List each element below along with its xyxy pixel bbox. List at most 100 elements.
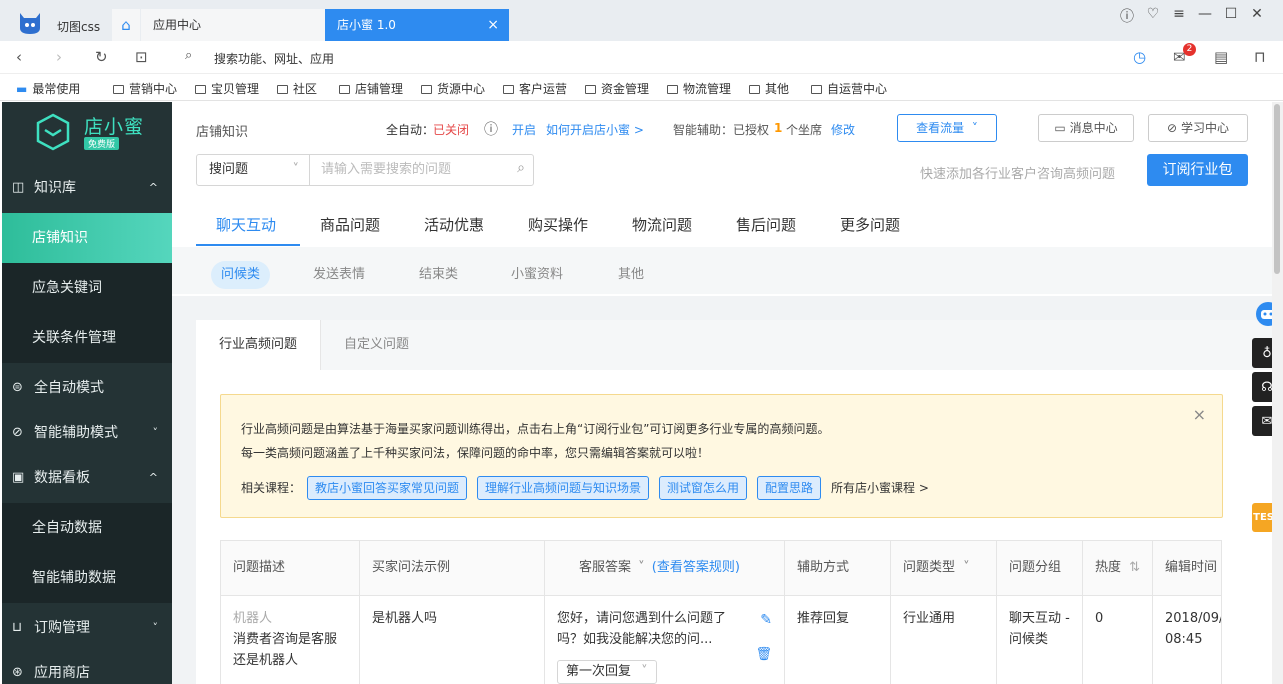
home-tab[interactable]: ⌂ [112,9,140,41]
bookmark-folder[interactable]: 货源中心 [421,80,485,97]
menu-icon[interactable]: ≡ [1171,6,1187,26]
course-link[interactable]: 教店小蜜回答买家常见问题 [307,476,468,500]
folder-icon [277,85,288,94]
message-center-button[interactable]: ▭ 消息中心 [1038,114,1134,142]
assist-unit: 个坐席 [786,123,823,137]
column-header-heat[interactable]: 热度 ⇅ [1083,541,1153,595]
column-header: 编辑时间 [1153,541,1221,595]
cell-answer: 您好，请问您遇到什么问题了吗？如我没能解决您的问... 第一次回复 ˅ ✎ 🗑 [545,596,785,684]
auto-mode-label: 全自动： [386,123,435,137]
tab-logistics[interactable]: 物流问题 [632,214,692,235]
modify-link[interactable]: 修改 [831,121,855,138]
bookmark-folder[interactable]: 宝贝管理 [195,80,259,97]
bookmark-label: 资金管理 [601,82,650,96]
clock-icon[interactable]: ◷ [1133,48,1146,66]
tab-after-sale[interactable]: 售后问题 [736,214,796,235]
sidebar-item-assist-mode[interactable]: ⊘ 智能辅助模式 ˅ [2,408,172,458]
minimize-icon[interactable]: — [1197,6,1213,26]
close-window-icon[interactable]: ✕ [1249,6,1265,26]
sidebar-item-assist-data[interactable]: 智能辅助数据 [2,553,172,603]
scrollbar-thumb[interactable] [1274,104,1280,274]
address-input[interactable]: 搜索功能、网址、应用 [214,50,334,67]
enable-link[interactable]: 开启 [512,121,536,138]
delete-icon[interactable]: 🗑 [755,644,772,665]
main-content: 店铺知识 全自动： 已关闭 ⓘ 开启 如何开启店小蜜 > 智能辅助：已授权 1 … [172,102,1272,684]
edit-icon[interactable]: ✎ [760,610,772,631]
tab-close-icon[interactable]: × [487,9,499,41]
subtab-profile[interactable]: 小蜜资料 [511,261,563,289]
folder-icon [503,85,514,94]
bookmark-folder[interactable]: 店铺管理 [339,80,403,97]
sidebar-item-store-knowledge[interactable]: 店铺知识 [2,213,172,263]
course-link[interactable]: 理解行业高频问题与知识场景 [477,476,650,500]
column-header: 问题分组 [997,541,1083,595]
forward-icon[interactable]: › [56,48,62,66]
column-header-type[interactable]: 问题类型 ˅ [891,541,997,595]
search-input[interactable]: 请输入需要搜索的问题 [321,155,451,185]
tab-purchase[interactable]: 购买操作 [528,214,588,235]
folder-icon [811,85,822,94]
how-to-enable-link[interactable]: 如何开启店小蜜 > [546,121,644,138]
sidebar-item-app-store[interactable]: ⊛ 应用商店 [2,648,172,684]
subscribe-industry-button[interactable]: 订阅行业包 [1147,154,1248,186]
reply-order-select[interactable]: 第一次回复 ˅ [557,660,657,684]
tab-dianxiaomi[interactable]: 店小蜜 1.0 × [325,9,509,41]
tab-product[interactable]: 商品问题 [320,214,380,235]
chevron-down-icon[interactable]: ˅ [638,560,645,575]
bookmark-folder[interactable]: 其他 [749,80,789,97]
assist-count: 1 [774,121,783,135]
sidebar-item-emergency-keywords[interactable]: 应急关键词 [2,263,172,313]
sidebar-item-dashboard[interactable]: ▣ 数据看板 ^ [2,453,172,503]
sidebar-item-auto-mode[interactable]: ⊜ 全自动模式 [2,363,172,413]
course-link[interactable]: 配置思路 [757,476,822,500]
close-notice-icon[interactable]: × [1193,405,1206,424]
tab-industry-questions[interactable]: 行业高频问题 [196,320,321,370]
bookmark-folder[interactable]: 营销中心 [113,80,177,97]
sidebar: 店小蜜 免费版 ◫ 知识库 ^ 店铺知识 应急关键词 关联条件管理 ⊜ 全自动模… [2,102,172,684]
bookmark-folder[interactable]: 客户运营 [503,80,567,97]
tab-more[interactable]: 更多问题 [840,214,900,235]
assist-icon: ⊘ [12,425,23,440]
tab-custom-questions[interactable]: 自定义问题 [321,320,432,370]
help-icon[interactable]: ⓘ [1119,6,1135,26]
search-icon[interactable]: ⌕ [517,160,525,176]
bookmark-folder[interactable]: 物流管理 [667,80,731,97]
auto-icon: ⊜ [12,380,23,395]
questions-panel: 行业高频问题 自定义问题 行业高频问题是由算法基于海量买家问题训练得出，点击右上… [196,320,1272,684]
subtab-greeting[interactable]: 问候类 [211,261,271,289]
bookmark-label: 最常使用 [32,82,81,96]
bookmark-folder[interactable]: 自运营中心 [811,80,887,97]
subtab-closing[interactable]: 结束类 [419,261,458,289]
sidebar-item-orders[interactable]: ⊔ 订购管理 ˅ [2,603,172,653]
search-type-select[interactable]: 搜问题 ˅ [197,155,310,185]
back-icon[interactable]: ‹ [16,48,22,66]
bookmark-frequent[interactable]: ▬ 最常使用 [16,80,80,97]
tab-promotion[interactable]: 活动优惠 [424,214,484,235]
sidebar-item-auto-data[interactable]: 全自动数据 [2,503,172,553]
subtab-emoji[interactable]: 发送表情 [313,261,365,289]
course-link[interactable]: 测试窗怎么用 [659,476,748,500]
sidebar-item-conditions[interactable]: 关联条件管理 [2,313,172,363]
skin-icon[interactable]: ♡ [1145,6,1161,26]
button-label: 消息中心 [1069,121,1118,135]
sidebar-item-knowledge[interactable]: ◫ 知识库 ^ [2,163,172,213]
maximize-icon[interactable]: ☐ [1223,6,1239,26]
answer-rules-link[interactable]: (查看答案规则) [652,560,740,575]
subtab-other[interactable]: 其他 [618,261,644,289]
book-icon: ◫ [12,180,25,195]
bag-icon[interactable]: ⊓ [1254,48,1266,66]
screenshot-icon[interactable]: ⊡ [135,48,148,66]
notice-line: 行业高频问题是由算法基于海量买家问题训练得出，点击右上角“订阅行业包”可订阅更多… [241,422,830,436]
tab-chat[interactable]: 聊天互动 [216,214,276,235]
bookmark-folder[interactable]: 资金管理 [585,80,649,97]
bookmark-folder[interactable]: 社区 [277,80,317,97]
card-icon[interactable]: ▤ [1214,48,1228,66]
view-traffic-button[interactable]: 查看流量 ˅ [897,114,997,142]
refresh-icon[interactable]: ↻ [95,48,108,66]
all-courses-link[interactable]: 所有店小蜜课程 > [831,479,929,496]
questions-table: 问题描述 买家问法示例 客服答案 ˅ (查看答案规则) 辅助方式 问题类型 ˅ … [220,540,1222,684]
tab-app-center[interactable]: 应用中心 [141,9,325,41]
scrollbar[interactable] [1272,102,1283,684]
cart-icon: ⊔ [12,620,23,635]
learning-center-button[interactable]: ⊘ 学习中心 [1148,114,1248,142]
